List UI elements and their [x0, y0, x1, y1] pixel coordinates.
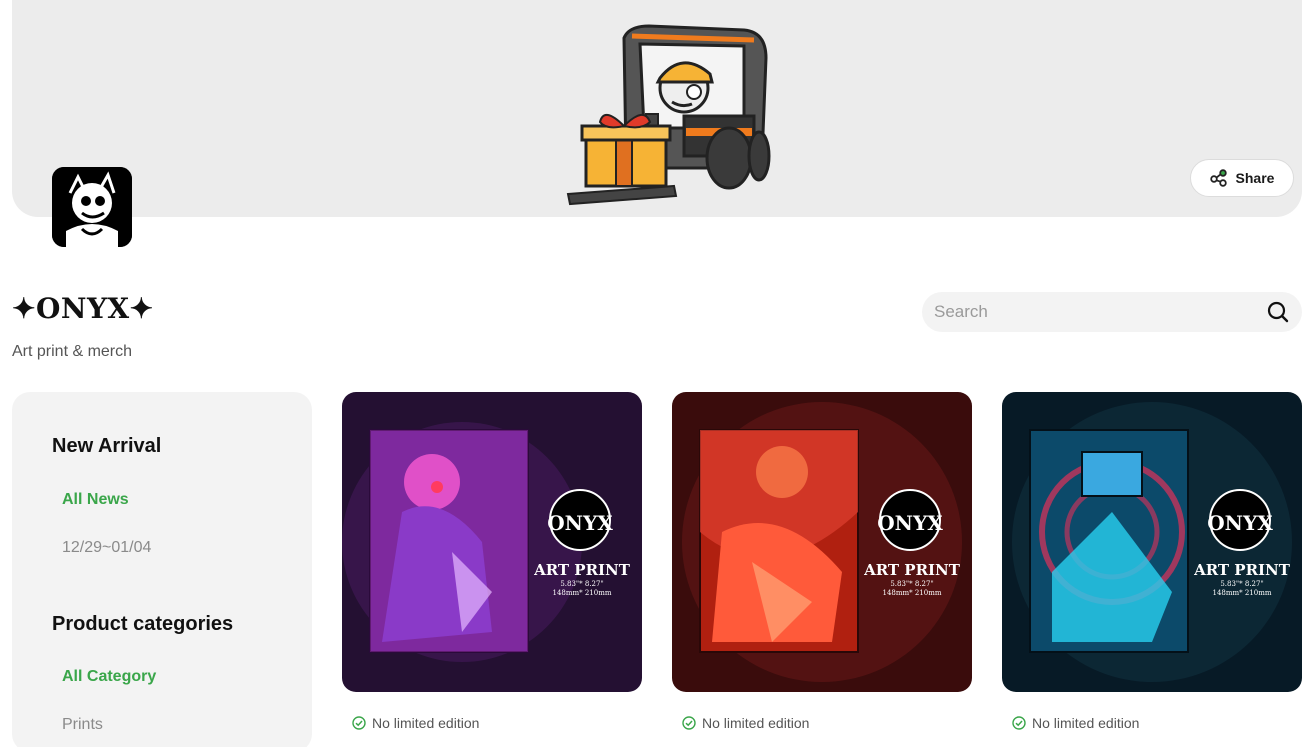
print-size-inches: 5.83"* 8.27"	[1220, 580, 1263, 588]
forklift-gift-illustration	[566, 24, 771, 206]
share-button[interactable]: Share	[1190, 159, 1294, 197]
sidebar-item-date-range[interactable]: 12/29~01/04	[62, 539, 151, 557]
sidebar: New Arrival All News 12/29~01/04 Product…	[12, 392, 312, 747]
product-card[interactable]: ONYX ART PRINT 5.83"* 8.27" 148mm* 210mm	[342, 392, 642, 692]
print-title: ART PRINT	[1193, 561, 1291, 579]
product-card[interactable]: ONYX ART PRINT 5.83"* 8.27" 148mm* 210mm	[1002, 392, 1302, 692]
print-size-inches: 5.83"* 8.27"	[890, 580, 933, 588]
badge-brand: ONYX	[1207, 511, 1273, 535]
check-circle-icon	[352, 716, 366, 730]
search-input[interactable]	[934, 302, 1266, 322]
print-size-mm: 148mm* 210mm	[553, 589, 612, 597]
share-icon	[1209, 169, 1228, 187]
check-circle-icon	[682, 716, 696, 730]
store-banner: Share	[12, 0, 1302, 217]
search-bar	[922, 292, 1302, 332]
product-status-label: No limited edition	[702, 715, 810, 731]
store-name: ✦ONYX✦	[12, 292, 154, 325]
store-avatar	[52, 167, 132, 247]
product-status: No limited edition	[352, 715, 479, 731]
search-icon[interactable]	[1266, 300, 1290, 324]
print-size-mm: 148mm* 210mm	[1213, 589, 1272, 597]
product-image: ONYX ART PRINT 5.83"* 8.27" 148mm* 210mm	[1002, 392, 1302, 692]
product-status: No limited edition	[682, 715, 809, 731]
badge-brand: ONYX	[877, 511, 943, 535]
print-size-inches: 5.83"* 8.27"	[560, 580, 603, 588]
sidebar-item-prints[interactable]: Prints	[62, 716, 103, 734]
check-circle-icon	[1012, 716, 1026, 730]
print-title: ART PRINT	[863, 561, 961, 579]
sidebar-item-all-category[interactable]: All Category	[62, 668, 156, 686]
badge-brand: ONYX	[547, 511, 613, 535]
product-categories-heading: Product categories	[52, 613, 234, 635]
product-status: No limited edition	[1012, 715, 1139, 731]
share-label: Share	[1235, 170, 1275, 186]
product-status-label: No limited edition	[1032, 715, 1140, 731]
print-title: ART PRINT	[533, 561, 631, 579]
sidebar-item-all-news[interactable]: All News	[62, 491, 129, 509]
store-tagline: Art print & merch	[12, 343, 133, 360]
new-arrival-heading: New Arrival	[52, 435, 162, 457]
product-image: ONYX ART PRINT 5.83"* 8.27" 148mm* 210mm	[342, 392, 642, 692]
product-status-label: No limited edition	[372, 715, 480, 731]
print-size-mm: 148mm* 210mm	[883, 589, 942, 597]
product-card[interactable]: ONYX ART PRINT 5.83"* 8.27" 148mm* 210mm	[672, 392, 972, 692]
product-image: ONYX ART PRINT 5.83"* 8.27" 148mm* 210mm	[672, 392, 972, 692]
